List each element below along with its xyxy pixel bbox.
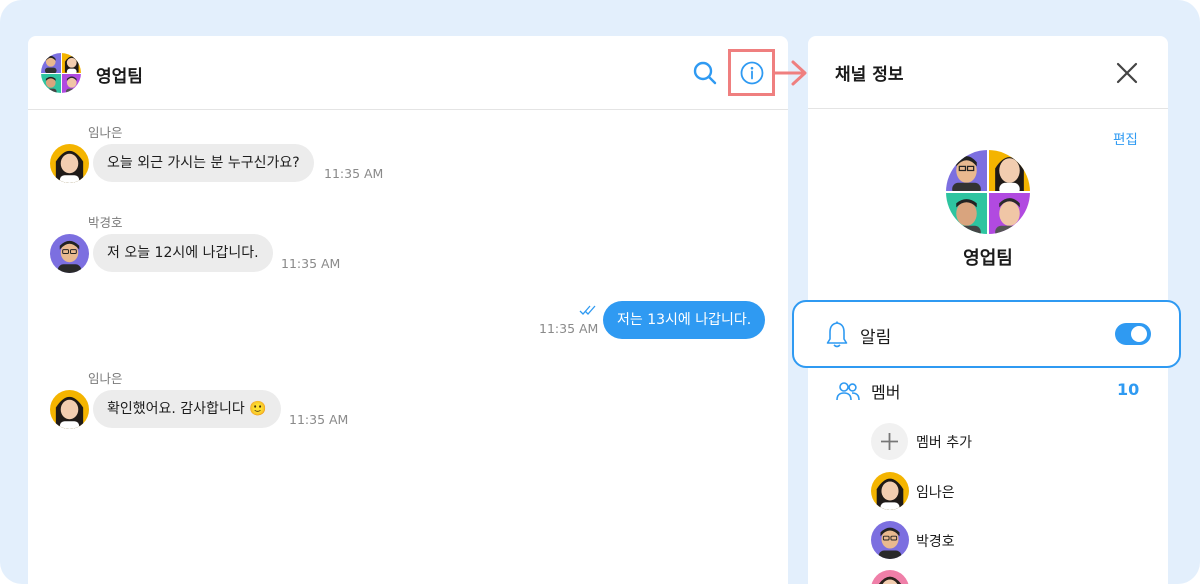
my-message-bubble[interactable]: 저는 13시에 나갑니다. (603, 301, 766, 339)
canvas: 영업팀 임나은 오늘 외근 가시는 분 누구신가요? 11:35 AM 박경호 (0, 0, 1200, 584)
double-check-icon (579, 305, 596, 315)
info-title: 채널 정보 (835, 65, 904, 85)
notification-label: 알림 (860, 328, 892, 348)
chat-header: 영업팀 (28, 36, 788, 110)
avatar[interactable] (50, 234, 89, 273)
notification-toggle[interactable] (1115, 323, 1151, 345)
people-icon (836, 382, 860, 401)
message-sender: 임나은 (88, 371, 123, 386)
message-time: 11:35 AM (281, 256, 341, 271)
message-sender: 임나은 (88, 125, 123, 140)
close-icon[interactable] (1114, 60, 1140, 86)
member-avatar[interactable] (871, 570, 909, 584)
avatar[interactable] (50, 144, 89, 183)
search-icon[interactable] (692, 60, 718, 86)
channel-avatar (946, 150, 1030, 234)
arrow-right-icon (773, 60, 807, 86)
group-avatar (41, 53, 81, 93)
add-member-label[interactable]: 멤버 추가 (916, 432, 972, 452)
members-label: 멤버 (871, 383, 901, 402)
member-avatar[interactable] (871, 472, 909, 510)
notification-row[interactable]: 알림 (792, 300, 1181, 368)
bell-icon (826, 321, 848, 348)
plus-icon (881, 433, 898, 450)
message-time: 11:35 AM (539, 321, 599, 336)
member-name[interactable]: 박경호 (916, 531, 955, 551)
edit-link[interactable]: 편집 (1113, 128, 1138, 148)
toggle-knob (1131, 326, 1147, 342)
member-name[interactable]: 임나은 (916, 482, 955, 502)
channel-name: 영업팀 (963, 248, 1013, 269)
message-bubble[interactable]: 오늘 외근 가시는 분 누구신가요? (93, 144, 314, 182)
avatar[interactable] (50, 390, 89, 429)
info-header: 채널 정보 (808, 36, 1168, 109)
message-bubble[interactable]: 저 오늘 12시에 나갑니다. (93, 234, 273, 272)
message-time: 11:35 AM (324, 166, 384, 181)
member-avatar[interactable] (871, 521, 909, 559)
chat-panel: 영업팀 임나은 오늘 외근 가시는 분 누구신가요? 11:35 AM 박경호 (28, 36, 788, 584)
message-time: 11:35 AM (289, 412, 349, 427)
message-bubble[interactable]: 확인했어요. 감사합니다 🙂 (93, 390, 281, 428)
message-sender: 박경호 (88, 215, 123, 230)
info-icon[interactable] (740, 61, 764, 85)
chat-title: 영업팀 (96, 67, 143, 87)
members-count: 10 (1117, 380, 1140, 399)
info-button-highlight[interactable] (728, 49, 775, 96)
add-member-button[interactable] (871, 423, 908, 460)
